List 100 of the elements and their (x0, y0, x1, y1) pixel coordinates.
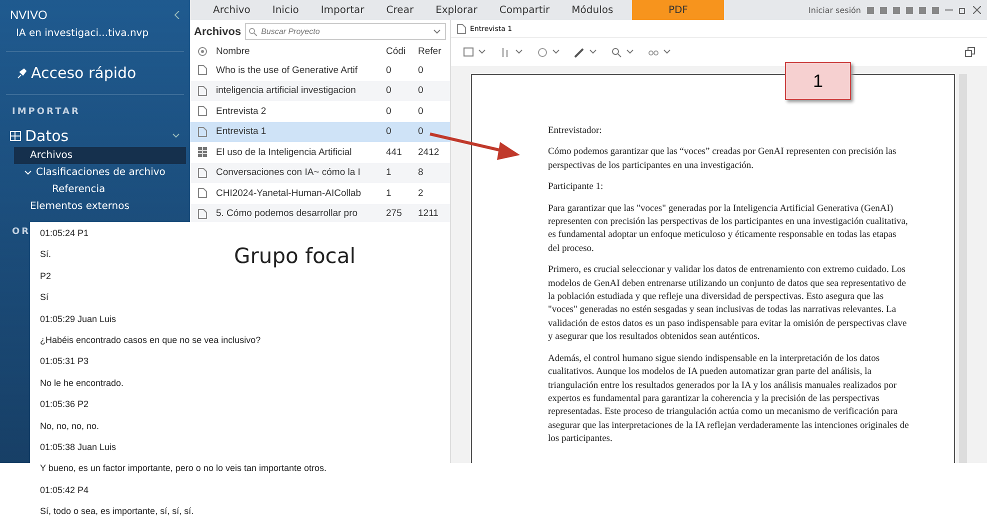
file-name: Entrevista 2 (216, 106, 268, 117)
sidebar-item[interactable]: Elementos externos (0, 198, 190, 215)
caret-icon[interactable] (589, 49, 597, 55)
code-count: 0 (386, 64, 392, 76)
transcript-line: Sí. (40, 249, 52, 260)
transcript-line: Y bueno, es un factor importante, pero o no lo veis tan importante otros. (40, 463, 327, 474)
code-count: 0 (386, 85, 392, 96)
document-icon (198, 65, 207, 76)
document-paragraph: Cómo podemos garantizar que las “voces” creadas por GenAI representen con precisión las perspectivas de los participantes en una investigación. (548, 146, 898, 173)
document-icon (198, 188, 207, 198)
file-name: 5. Cómo podemos desarrollar pro (216, 208, 359, 220)
document-paragraph: Participante 1: (548, 181, 604, 194)
reference-count: 8 (418, 167, 424, 178)
column-header[interactable]: Códi (386, 46, 414, 57)
number-badge: 1 (785, 62, 851, 100)
sidebar-item[interactable]: Archivos (14, 147, 186, 164)
ribbon-tab[interactable]: Módulos (560, 0, 624, 20)
transcript-title: Grupo focal (234, 244, 356, 268)
transcript-line: 01:05:38 Juan Luis (40, 442, 116, 452)
sidebar-item[interactable]: Clasificaciones de archivo (0, 164, 190, 181)
zoom-icon[interactable] (611, 46, 622, 58)
section-heading: OR (12, 227, 31, 237)
document-icon (198, 86, 207, 96)
file-name: Entrevista 1 (216, 126, 268, 138)
transcript-line: No le he encontrado. (40, 378, 124, 388)
document-paragraph: Primero, es crucial seleccionar y validar los datos de entrenamiento con extremo cuidado. Los modelos de GenAI deben entrenarse utilizando un conjunto de datos que sea representativo de la población estudiada y que refleje una diversidad de perspectivas. Esto asegura que las "voces" generadas no estén sesgadas y sean inclusivas de todas las narrativas relevantes. La validación de estos datos es un paso indispensable para evitar la omisión de perspectivas clave y asegurar que los resultados obtenidos sean auténticos. (548, 264, 908, 344)
caret-icon[interactable] (515, 49, 523, 55)
file-name: CHI2024-Yanetal-Human-AICollab (216, 188, 362, 199)
transcript-line: No, no, no, no. (40, 420, 100, 431)
file-row[interactable]: inteligencia artificial investigacion 0 0 (190, 80, 450, 101)
sidebar-group[interactable]: Datos (0, 125, 190, 147)
reference-count: 0 (418, 106, 424, 117)
document-paragraph: Además, el control humano sigue siendo indispensable en la interpretación de los datos cualitativos. Aunque los modelos de IA pueden automatizar gran parte del análisis, la triangulación entre los resultados generados por la IA y los análisis manuales realizados por expertos es fundamental para garantizar la coherencia y la precisión de las perspectivas representadas. Este proceso de triangulación actúa como un mecanismo de verificación para asegurar que las interpretaciones de la IA reflejan verdaderamente las intenciones originales de los participantes. (548, 352, 910, 446)
code-count: 441 (386, 146, 403, 158)
document-icon (198, 106, 207, 116)
sign-in-link[interactable]: Iniciar sesión (808, 6, 861, 14)
transcript-line: ¿Habéis encontrado casos en que no se vea inclusivo? (40, 334, 261, 345)
caret-icon[interactable] (552, 49, 560, 55)
code-count: 0 (386, 126, 392, 138)
caret-icon[interactable] (478, 49, 486, 55)
search-field[interactable]: Buscar Proyecto (245, 23, 446, 40)
reference-count: 0 (418, 126, 424, 138)
ribbon-tab[interactable]: Importar (310, 0, 376, 20)
code-count: 1 (386, 188, 392, 199)
caret-icon[interactable] (663, 49, 671, 55)
panel-title: Archivos (194, 26, 242, 38)
file-name: Who is the use of Generative Artif (216, 64, 359, 76)
transcript-line: Sí (40, 292, 49, 302)
code-count: 275 (386, 208, 403, 220)
document-icon (457, 24, 466, 34)
chevron-icon (24, 170, 32, 176)
reference-count: 0 (418, 64, 424, 76)
document-icon (198, 208, 207, 219)
transcript-line: 01:05:42 P4 (40, 484, 89, 495)
file-row[interactable]: Entrevista 2 0 0 (190, 101, 450, 122)
code-count: 1 (386, 167, 392, 178)
transcript-line: 01:05:24 P1 (40, 228, 89, 238)
file-row[interactable]: El uso de la Inteligencia Artificial 441 2412 (190, 142, 450, 162)
collapse-icon[interactable] (174, 11, 180, 19)
pen-icon[interactable] (574, 46, 585, 58)
note-icon[interactable] (463, 46, 474, 58)
restore-icon[interactable] (959, 6, 967, 14)
close-icon[interactable] (973, 6, 981, 14)
app-logo: NVIVO (10, 8, 48, 22)
reference-count: 0 (418, 85, 424, 96)
transcript-line: 01:05:29 Juan Luis (40, 314, 116, 324)
grid-icon (10, 131, 21, 141)
ribbon-tab[interactable]: Inicio (261, 0, 310, 20)
file-name: Conversaciones con IA~ cómo la I (216, 167, 362, 178)
document-icon (198, 168, 207, 178)
table-icon (198, 147, 207, 158)
document-paragraph: Entrevistador: (548, 125, 603, 138)
undock-icon[interactable] (965, 47, 975, 57)
transcript-line: 01:05:36 P2 (40, 399, 89, 410)
chevron-icon[interactable] (172, 133, 180, 139)
transcript-line: 01:05:31 P3 (40, 356, 89, 366)
caret-icon[interactable] (626, 49, 634, 55)
quick-access-link[interactable]: Acceso rápido (6, 52, 184, 95)
ribbon-tab[interactable]: Crear (375, 0, 425, 20)
select-all-icon[interactable] (198, 47, 207, 56)
caret-icon[interactable] (433, 29, 441, 35)
file-name: El uso de la Inteligencia Artificial (216, 146, 353, 158)
ribbon-tab[interactable]: Compartir (488, 0, 561, 20)
project-name: IA en investigaci...tiva.nvp (6, 22, 184, 52)
file-row[interactable]: 5. Cómo podemos desarrollar pro 275 1211 (190, 204, 450, 224)
ribbon-tab[interactable]: Explorar (424, 0, 488, 20)
section-heading: IMPORTAR (11, 106, 82, 119)
sidebar-item[interactable]: Referencia (0, 181, 190, 198)
file-row[interactable]: Who is the use of Generative Artif 0 0 (190, 60, 450, 80)
reference-count: 2 (418, 188, 424, 199)
file-row[interactable]: Conversaciones con IA~ cómo la I 1 8 (190, 162, 450, 183)
file-row[interactable]: Entrevista 1 0 0 (190, 122, 450, 142)
column-header[interactable]: Refer (418, 46, 446, 57)
ribbon-tab[interactable]: Archivo (202, 0, 262, 20)
file-row[interactable]: CHI2024-Yanetal-Human-AICollab 1 2 (190, 183, 450, 204)
column-header[interactable]: Nombre (216, 46, 382, 57)
document-icon (198, 126, 207, 137)
code-count: 0 (386, 106, 392, 117)
reference-count: 1211 (418, 208, 440, 220)
circle-icon[interactable] (537, 46, 548, 58)
